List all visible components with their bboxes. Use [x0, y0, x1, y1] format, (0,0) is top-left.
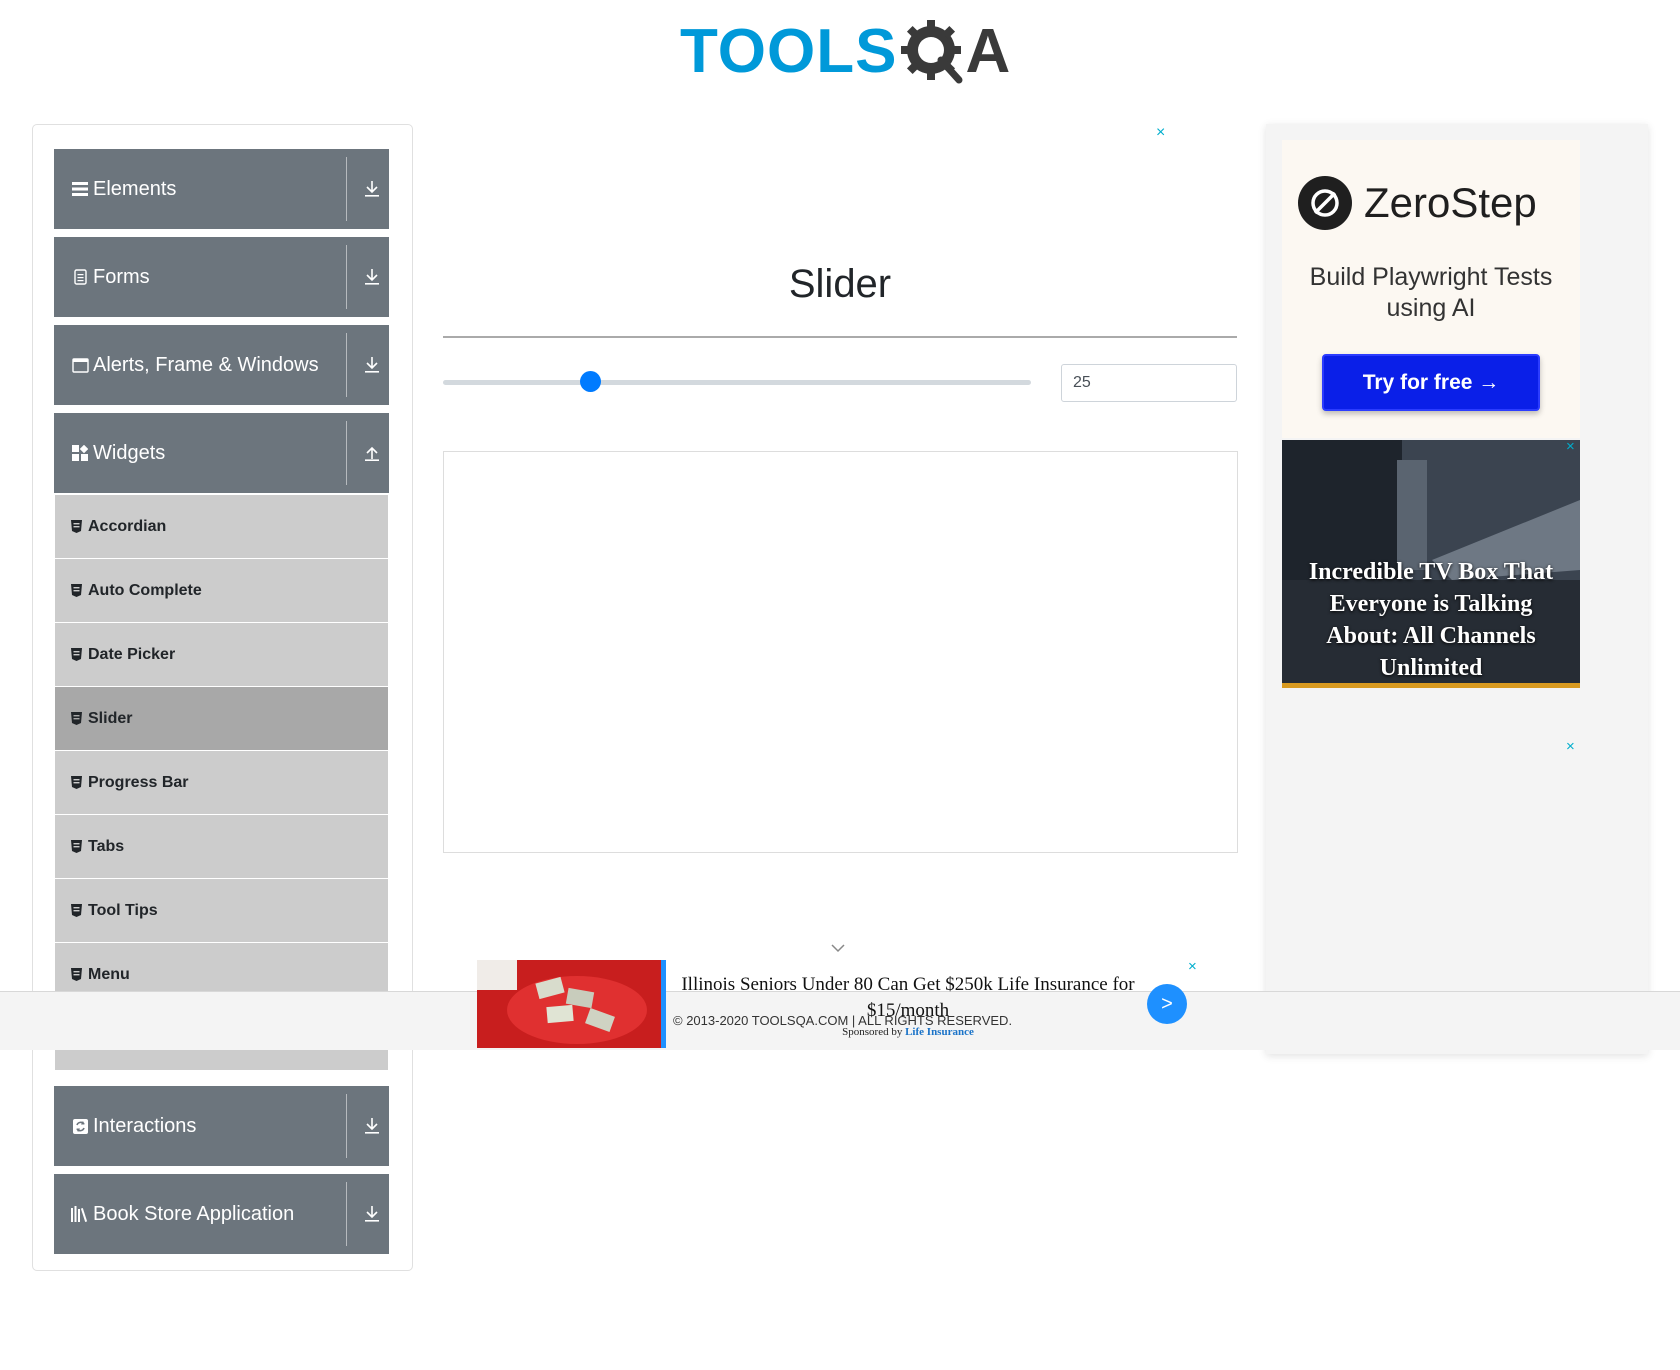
group-widgets[interactable]: Widgets: [54, 413, 389, 493]
divider: [346, 1094, 347, 1158]
html5-icon: [69, 904, 83, 918]
right-ad-column: ZeroStep Build Playwright Tests using AI…: [1266, 124, 1648, 1054]
html5-icon: [69, 712, 83, 726]
widgets-menu-list: Accordian Auto Complete Date Picker Slid…: [55, 495, 388, 1071]
menu-item-auto-complete[interactable]: Auto Complete: [55, 559, 388, 623]
html5-icon: [69, 648, 83, 662]
ad-placeholder-box: [443, 451, 1238, 853]
group-forms[interactable]: Forms: [54, 237, 389, 317]
group-alerts-frame-windows[interactable]: Alerts, Frame & Windows: [54, 325, 389, 405]
zerostep-logo-icon: [1298, 176, 1352, 230]
sticky-insurance-ad[interactable]: Illinois Seniors Under 80 Can Get $250k …: [477, 960, 1187, 1048]
zerostep-name: ZeroStep: [1364, 179, 1537, 226]
menu-item-label: Accordian: [88, 517, 167, 535]
window-icon: [71, 356, 89, 374]
menu-item-label: Auto Complete: [88, 581, 202, 599]
menu-item-tabs[interactable]: Tabs: [55, 815, 388, 879]
zerostep-tagline: Build Playwright Tests using AI: [1309, 263, 1553, 322]
widgets-icon: [71, 444, 89, 462]
tv-box-headline: Incredible TV Box That Everyone is Talki…: [1308, 559, 1554, 681]
slider-thumb[interactable]: [579, 371, 601, 392]
menu-item-label: Menu: [88, 965, 130, 983]
group-label: Book Store Application: [93, 1202, 295, 1225]
tv-ad-close-icon[interactable]: ×: [1566, 438, 1575, 455]
sync-icon: [71, 1117, 89, 1135]
group-elements[interactable]: Elements: [54, 149, 389, 229]
sticky-ad-accent-bar: [661, 960, 666, 1048]
sticky-ad-close-icon[interactable]: ×: [1188, 958, 1197, 975]
zerostep-brand: ZeroStep: [1298, 176, 1537, 230]
menu-item-label: Date Picker: [88, 645, 176, 663]
group-label: Interactions: [93, 1114, 197, 1137]
divider: [346, 157, 347, 221]
money-bag-photo: [477, 960, 661, 1048]
html5-icon: [69, 776, 83, 790]
chevron-down-icon[interactable]: [830, 942, 846, 954]
logo-text-tools: TOOLS: [680, 17, 898, 86]
slider-value-input[interactable]: [1061, 364, 1237, 402]
menu-item-progress-bar[interactable]: Progress Bar: [55, 751, 388, 815]
group-book-store-application[interactable]: Book Store Application: [54, 1174, 389, 1254]
lower-ad-close-icon[interactable]: ×: [1566, 738, 1575, 755]
tv-ad-bottom-bar: [1282, 683, 1580, 688]
gear-magnifier-icon: [901, 20, 963, 84]
group-label: Alerts, Frame & Windows: [93, 353, 319, 376]
document-icon: [71, 268, 89, 286]
html5-icon: [69, 584, 83, 598]
expand-arrow-icon[interactable]: [354, 1174, 389, 1254]
tv-box-ad[interactable]: Incredible TV Box That Everyone is Talki…: [1282, 440, 1580, 688]
logo-text-a: A: [965, 17, 1011, 86]
divider: [346, 245, 347, 309]
html5-icon: [69, 968, 83, 982]
menu-item-label: Tool Tips: [88, 901, 158, 919]
zerostep-ad[interactable]: ZeroStep Build Playwright Tests using AI…: [1282, 140, 1580, 438]
group-label: Widgets: [93, 441, 166, 464]
books-icon: [71, 1205, 89, 1223]
copyright-text: © 2013-2020 TOOLSQA.COM | ALL RIGHTS RES…: [673, 1013, 1013, 1028]
divider: [346, 1182, 347, 1246]
range-slider[interactable]: [443, 380, 1031, 385]
menu-item-slider[interactable]: Slider: [55, 687, 388, 751]
menu-item-label: Progress Bar: [88, 773, 189, 791]
left-sidebar: Elements Forms Alerts, Frame & Windows W…: [32, 124, 413, 1271]
menu-item-tool-tips[interactable]: Tool Tips: [55, 879, 388, 943]
try-for-free-button[interactable]: Try for free →: [1322, 354, 1540, 411]
html5-icon: [69, 520, 83, 534]
top-ad-close-icon[interactable]: ×: [1156, 124, 1165, 142]
page: TOOLS A Elements Forms Alerts, Frame & W…: [0, 0, 1680, 1370]
group-label: Elements: [93, 177, 177, 200]
page-title: Slider: [788, 262, 892, 306]
menu-item-label: Tabs: [88, 837, 125, 855]
group-label: Forms: [93, 265, 150, 288]
divider: [346, 333, 347, 397]
menu-item-label: Slider: [88, 709, 133, 727]
hamburger-icon: [71, 180, 89, 198]
expand-arrow-icon[interactable]: [354, 237, 389, 317]
collapse-arrow-icon[interactable]: [354, 413, 389, 493]
menu-item-accordian[interactable]: Accordian: [55, 495, 388, 559]
divider: [346, 421, 347, 485]
sticky-ad-go-button[interactable]: >: [1147, 984, 1187, 1024]
title-divider: [443, 336, 1237, 338]
toolsqa-logo[interactable]: TOOLS A: [680, 14, 1010, 90]
html5-icon: [69, 840, 83, 854]
expand-arrow-icon[interactable]: [354, 325, 389, 405]
expand-arrow-icon[interactable]: [354, 149, 389, 229]
expand-arrow-icon[interactable]: [354, 1086, 389, 1166]
menu-item-date-picker[interactable]: Date Picker: [55, 623, 388, 687]
group-interactions[interactable]: Interactions: [54, 1086, 389, 1166]
